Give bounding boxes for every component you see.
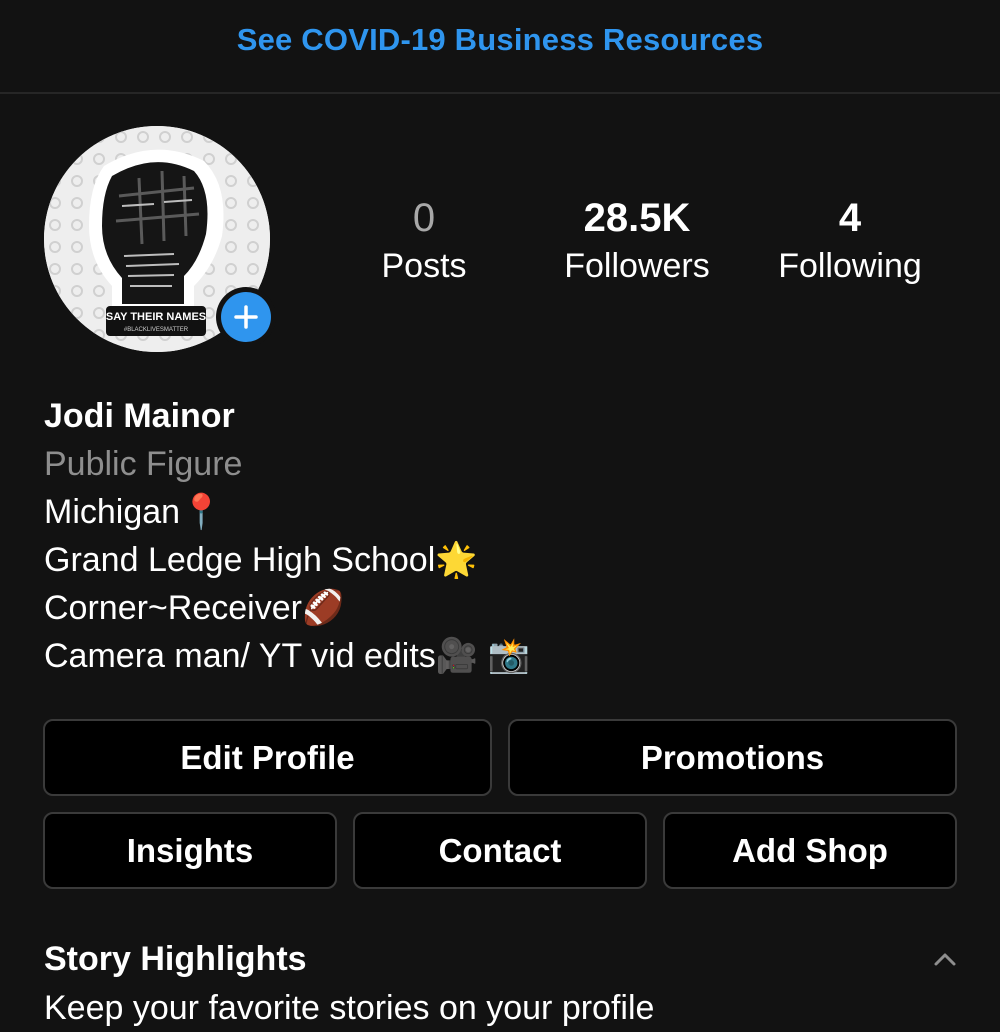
sticker-text: SAY THEIR NAMES: [106, 311, 206, 323]
followers-stat[interactable]: 28.5K Followers: [564, 192, 709, 288]
bio-line-camera: Camera man/ YT vid edits🎥 📸: [44, 637, 530, 675]
following-count: 4: [838, 196, 862, 240]
add-shop-button[interactable]: Add Shop: [663, 812, 957, 889]
sticker-subtext: #BLACKLIVESMATTER: [124, 327, 189, 333]
contact-button[interactable]: Contact: [353, 812, 647, 889]
bio-line-location: Michigan📍: [44, 493, 223, 531]
profile-category: Public Figure: [44, 445, 243, 483]
profile-bio: Jodi Mainor Public Figure Michigan📍 Gran…: [44, 392, 964, 680]
posts-stat[interactable]: 0 Posts: [381, 192, 466, 288]
story-highlights-title: Story Highlights: [44, 940, 307, 978]
story-highlights-subtitle: Keep your favorite stories on your profi…: [44, 989, 655, 1027]
profile-stats: 0 Posts 28.5K Followers 4 Following: [0, 192, 1000, 302]
posts-label: Posts: [381, 247, 467, 285]
followers-count: 28.5K: [583, 196, 691, 240]
bio-line-school: Grand Ledge High School🌟: [44, 541, 478, 579]
bio-line-position: Corner~Receiver🏈: [44, 589, 345, 627]
promotions-button[interactable]: Promotions: [508, 719, 957, 796]
following-label: Following: [778, 247, 922, 285]
chevron-up-icon[interactable]: [930, 944, 960, 974]
insights-button[interactable]: Insights: [43, 812, 337, 889]
following-stat[interactable]: 4 Following: [778, 192, 922, 288]
edit-profile-button[interactable]: Edit Profile: [43, 719, 492, 796]
covid-banner: See COVID-19 Business Resources: [0, 0, 1000, 94]
followers-label: Followers: [564, 247, 710, 285]
profile-name: Jodi Mainor: [44, 397, 235, 435]
covid-resources-link[interactable]: See COVID-19 Business Resources: [237, 22, 764, 58]
posts-count: 0: [412, 196, 436, 240]
